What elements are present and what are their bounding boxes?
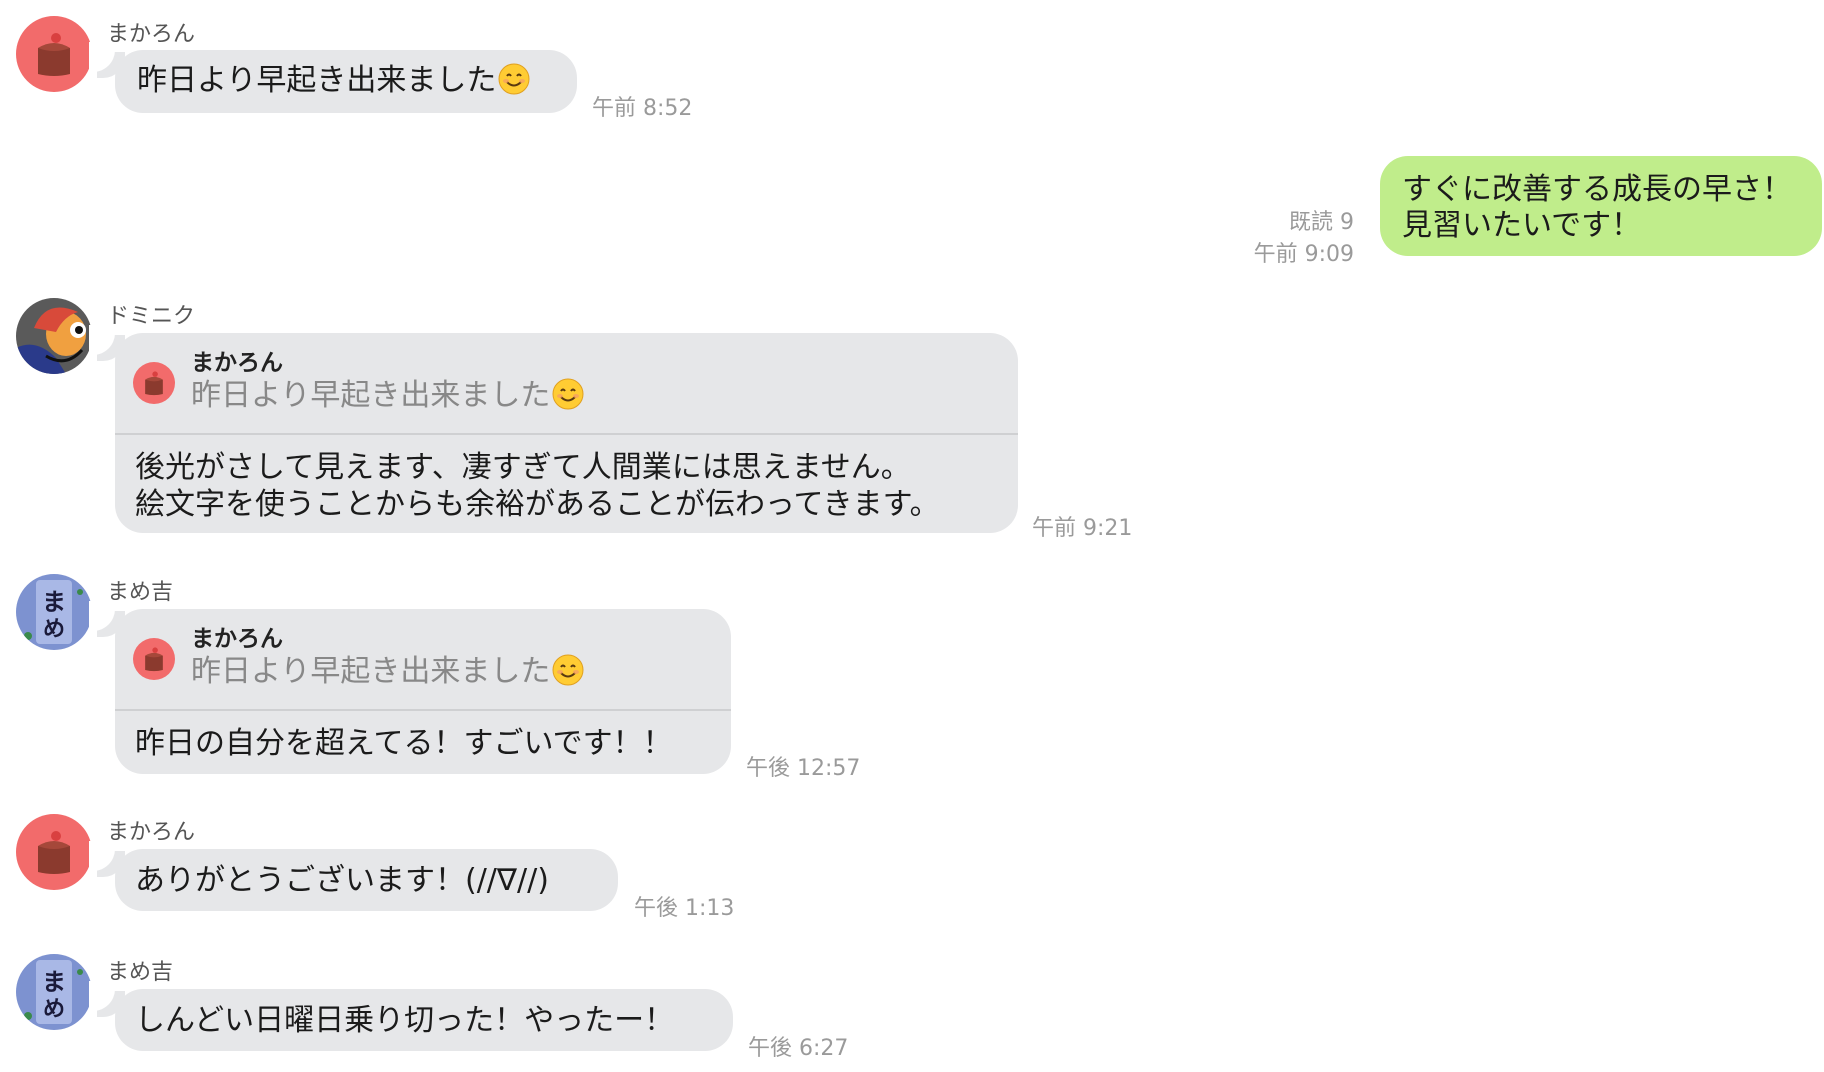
reply-message-bubble[interactable]: まかろん 昨日より早起き出来ました 昨日の自分を超えてる！すごいです！！ [89,601,731,774]
quoted-message[interactable]: まかろん 昨日より早起き出来ました [115,333,1018,435]
smiling-face-emoji-icon [498,63,530,95]
message-bubble[interactable]: 昨日より早起き出来ました [89,42,577,113]
message-text: 昨日の自分を超えてる！すごいです！！ [135,726,673,761]
cake-avatar-icon [133,362,175,404]
message-time: 午前 9:21 [1032,516,1133,541]
message-text: 昨日より早起き出来ました [137,63,497,98]
mamekichi-avatar-icon[interactable] [16,954,92,1030]
message-time: 午後 1:13 [634,896,735,921]
mamekichi-avatar-icon[interactable] [16,574,92,650]
quoted-text: 昨日より早起き出来ました [191,654,551,689]
outgoing-message-bubble[interactable]: すぐに改善する成長の早さ！ 見習いたいです！ [1380,156,1822,256]
read-receipt: 既読 9 午前 9:09 [1254,204,1354,268]
cake-avatar-icon [133,638,175,680]
quoted-message[interactable]: まかろん 昨日より早起き出来ました [115,609,731,711]
message-text: 後光がさして見えます、凄すぎて人間業には思えません。 絵文字を使うことからも余裕… [135,450,940,522]
cake-avatar-icon[interactable] [16,814,92,890]
smiling-face-emoji-icon [552,378,584,410]
character-avatar-icon[interactable] [16,298,92,374]
message-time: 午前 8:52 [592,96,693,121]
cake-avatar-icon[interactable] [16,16,92,92]
read-count: 既読 9 [1289,210,1354,235]
reply-message-bubble[interactable]: まかろん 昨日より早起き出来ました 後光がさして見えます、凄すぎて人間業には思え… [89,325,1018,533]
sender-name: まかろん [107,820,196,845]
sender-name: まかろん [107,22,196,47]
message-bubble[interactable]: しんどい日曜日乗り切った！やったー！ [89,981,733,1051]
message-text: すぐに改善する成長の早さ！ 見習いたいです！ [1402,172,1792,243]
message-text: しんどい日曜日乗り切った！やったー！ [135,1003,675,1038]
sender-name: まめ吉 [107,960,174,985]
smiling-face-emoji-icon [552,654,584,686]
message-time: 午後 6:27 [748,1036,849,1061]
sender-name: まめ吉 [107,580,174,605]
quoted-text: 昨日より早起き出来ました [191,378,551,413]
sender-name: ドミニク [107,304,196,329]
message-time: 午前 9:09 [1253,242,1354,267]
message-time: 午後 12:57 [746,756,861,781]
message-bubble[interactable]: ありがとうございます！(//∇//) [89,841,618,911]
message-text: ありがとうございます！(//∇//) [135,863,549,898]
